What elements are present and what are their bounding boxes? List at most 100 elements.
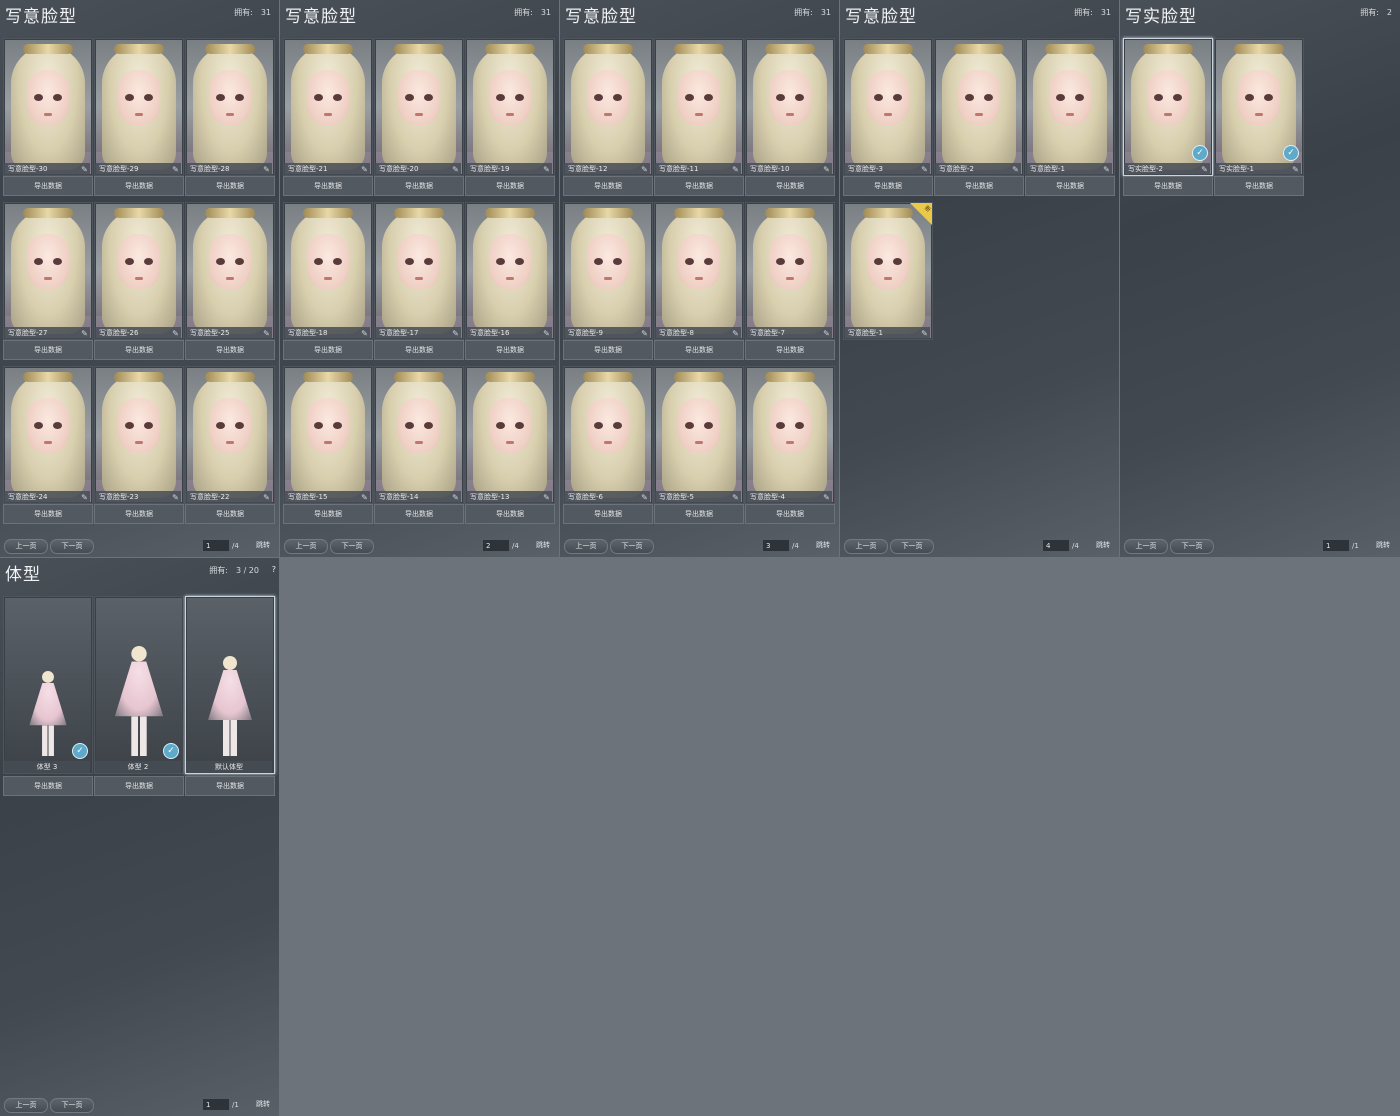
body-type-card[interactable]: 体型 2 ✓ (94, 596, 184, 774)
edit-brush-icon[interactable]: ✎ (1200, 165, 1209, 174)
export-data-button[interactable]: 导出数据 (654, 340, 744, 360)
face-card[interactable]: 写意脸型-20 ✎ (374, 38, 464, 176)
face-card[interactable]: 写意脸型-16 ✎ (465, 202, 555, 340)
edit-brush-icon[interactable]: ✎ (731, 493, 740, 502)
page-input[interactable]: 1 (202, 1098, 230, 1111)
edit-brush-icon[interactable]: ✎ (171, 165, 180, 174)
face-card[interactable]: 写意脸型-4 ✎ (745, 366, 835, 504)
export-data-button[interactable]: 导出数据 (94, 340, 184, 360)
export-data-button[interactable]: 导出数据 (465, 340, 555, 360)
face-card[interactable]: 写意脸型-18 ✎ (283, 202, 373, 340)
edit-brush-icon[interactable]: ✎ (80, 165, 89, 174)
body-type-card[interactable]: 默认体型 (185, 596, 275, 774)
edit-brush-icon[interactable]: ✎ (262, 165, 271, 174)
export-data-button[interactable]: 导出数据 (563, 340, 653, 360)
edit-brush-icon[interactable]: ✎ (262, 329, 271, 338)
export-data-button[interactable]: 导出数据 (94, 776, 184, 796)
export-data-button[interactable]: 导出数据 (283, 340, 373, 360)
prev-page-button[interactable]: 上一页 (284, 539, 328, 554)
export-data-button[interactable]: 导出数据 (1025, 176, 1115, 196)
export-data-button[interactable]: 导出数据 (185, 776, 275, 796)
face-card[interactable]: 写意脸型-13 ✎ (465, 366, 555, 504)
face-card[interactable]: 写意脸型-23 ✎ (94, 366, 184, 504)
export-data-button[interactable]: 导出数据 (843, 176, 933, 196)
face-card[interactable]: 写意脸型-27 ✎ (3, 202, 93, 340)
face-card[interactable]: 写意脸型-1 ✎ 新 (843, 202, 933, 340)
prev-page-button[interactable]: 上一页 (4, 539, 48, 554)
face-card[interactable]: 写实脸型-2 ✎ ✓ (1123, 38, 1213, 176)
jump-button[interactable]: 跳转 (812, 539, 834, 552)
edit-brush-icon[interactable]: ✎ (171, 329, 180, 338)
edit-brush-icon[interactable]: ✎ (542, 329, 551, 338)
export-data-button[interactable]: 导出数据 (745, 176, 835, 196)
edit-brush-icon[interactable]: ✎ (451, 493, 460, 502)
edit-brush-icon[interactable]: ✎ (731, 329, 740, 338)
export-data-button[interactable]: 导出数据 (3, 176, 93, 196)
face-card[interactable]: 写意脸型-28 ✎ (185, 38, 275, 176)
next-page-button[interactable]: 下一页 (610, 539, 654, 554)
edit-brush-icon[interactable]: ✎ (731, 165, 740, 174)
face-card[interactable]: 写意脸型-1 ✎ (1025, 38, 1115, 176)
export-data-button[interactable]: 导出数据 (374, 504, 464, 524)
face-card[interactable]: 写意脸型-2 ✎ (934, 38, 1024, 176)
export-data-button[interactable]: 导出数据 (745, 504, 835, 524)
face-card[interactable]: 写意脸型-29 ✎ (94, 38, 184, 176)
export-data-button[interactable]: 导出数据 (465, 504, 555, 524)
export-data-button[interactable]: 导出数据 (185, 340, 275, 360)
edit-brush-icon[interactable]: ✎ (640, 493, 649, 502)
jump-button[interactable]: 跳转 (1092, 539, 1114, 552)
jump-button[interactable]: 跳转 (532, 539, 554, 552)
export-data-button[interactable]: 导出数据 (374, 176, 464, 196)
edit-brush-icon[interactable]: ✎ (360, 165, 369, 174)
export-data-button[interactable]: 导出数据 (283, 176, 373, 196)
edit-brush-icon[interactable]: ✎ (1011, 165, 1020, 174)
face-card[interactable]: 写意脸型-21 ✎ (283, 38, 373, 176)
jump-button[interactable]: 跳转 (252, 1098, 274, 1111)
face-card[interactable]: 写实脸型-1 ✎ ✓ (1214, 38, 1304, 176)
face-card[interactable]: 写意脸型-26 ✎ (94, 202, 184, 340)
page-input[interactable]: 2 (482, 539, 510, 552)
face-card[interactable]: 写意脸型-8 ✎ (654, 202, 744, 340)
edit-brush-icon[interactable]: ✎ (640, 165, 649, 174)
face-card[interactable]: 写意脸型-7 ✎ (745, 202, 835, 340)
face-card[interactable]: 写意脸型-17 ✎ (374, 202, 464, 340)
export-data-button[interactable]: 导出数据 (563, 176, 653, 196)
edit-brush-icon[interactable]: ✎ (822, 493, 831, 502)
export-data-button[interactable]: 导出数据 (374, 340, 464, 360)
prev-page-button[interactable]: 上一页 (4, 1098, 48, 1113)
export-data-button[interactable]: 导出数据 (465, 176, 555, 196)
export-data-button[interactable]: 导出数据 (1214, 176, 1304, 196)
export-data-button[interactable]: 导出数据 (283, 504, 373, 524)
export-data-button[interactable]: 导出数据 (3, 340, 93, 360)
export-data-button[interactable]: 导出数据 (934, 176, 1024, 196)
page-input[interactable]: 1 (1322, 539, 1350, 552)
page-input[interactable]: 1 (202, 539, 230, 552)
edit-brush-icon[interactable]: ✎ (822, 329, 831, 338)
body-type-card[interactable]: 体型 3 ✓ (3, 596, 93, 774)
next-page-button[interactable]: 下一页 (50, 539, 94, 554)
edit-brush-icon[interactable]: ✎ (451, 329, 460, 338)
edit-brush-icon[interactable]: ✎ (920, 165, 929, 174)
face-card[interactable]: 写意脸型-24 ✎ (3, 366, 93, 504)
prev-page-button[interactable]: 上一页 (844, 539, 888, 554)
next-page-button[interactable]: 下一页 (890, 539, 934, 554)
face-card[interactable]: 写意脸型-15 ✎ (283, 366, 373, 504)
edit-brush-icon[interactable]: ✎ (360, 329, 369, 338)
edit-brush-icon[interactable]: ✎ (640, 329, 649, 338)
export-data-button[interactable]: 导出数据 (94, 176, 184, 196)
edit-brush-icon[interactable]: ✎ (1102, 165, 1111, 174)
edit-brush-icon[interactable]: ✎ (822, 165, 831, 174)
next-page-button[interactable]: 下一页 (330, 539, 374, 554)
export-data-button[interactable]: 导出数据 (654, 176, 744, 196)
face-card[interactable]: 写意脸型-6 ✎ (563, 366, 653, 504)
export-data-button[interactable]: 导出数据 (3, 504, 93, 524)
page-input[interactable]: 4 (1042, 539, 1070, 552)
export-data-button[interactable]: 导出数据 (654, 504, 744, 524)
face-card[interactable]: 写意脸型-22 ✎ (185, 366, 275, 504)
edit-brush-icon[interactable]: ✎ (80, 493, 89, 502)
export-data-button[interactable]: 导出数据 (745, 340, 835, 360)
export-data-button[interactable]: 导出数据 (185, 504, 275, 524)
edit-brush-icon[interactable]: ✎ (80, 329, 89, 338)
next-page-button[interactable]: 下一页 (1170, 539, 1214, 554)
face-card[interactable]: 写意脸型-11 ✎ (654, 38, 744, 176)
